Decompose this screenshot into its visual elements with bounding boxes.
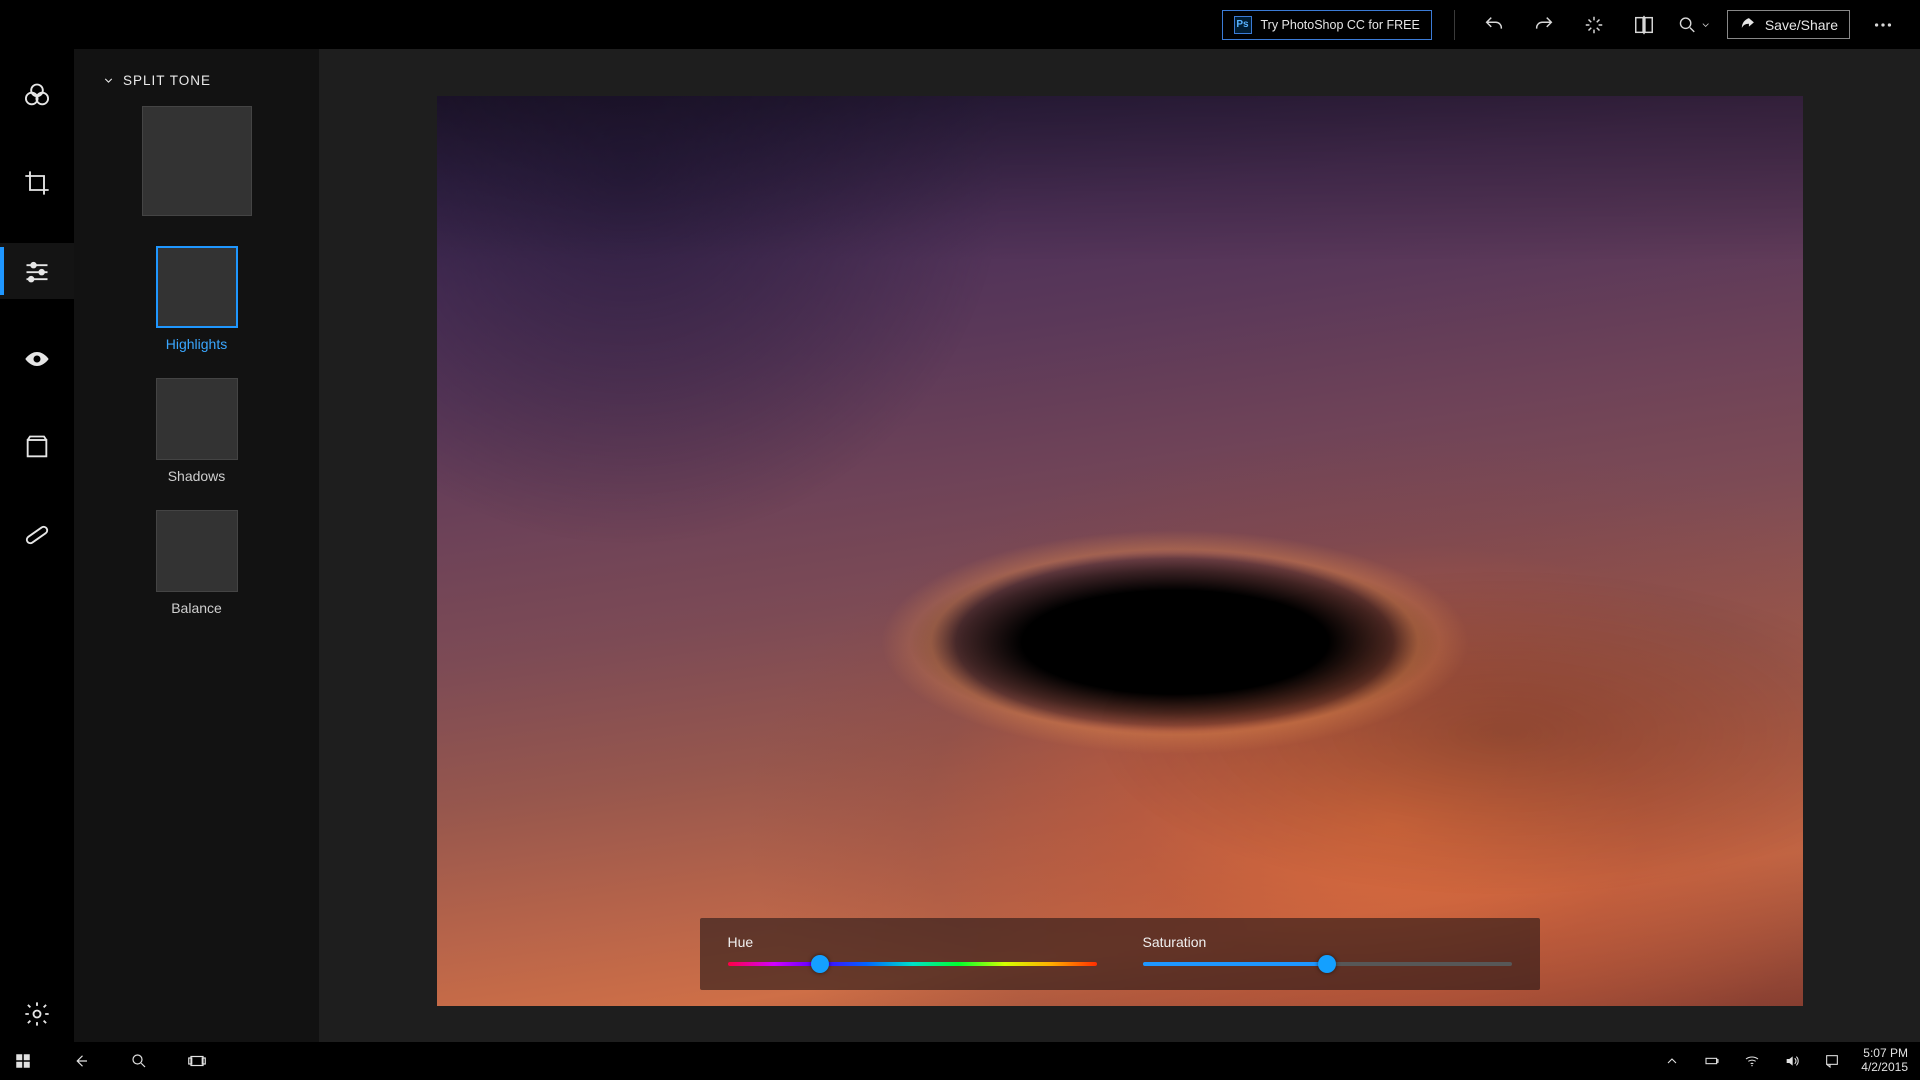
tool-strip [0, 49, 74, 1052]
undo-icon [1483, 14, 1505, 36]
wifi-status[interactable] [1741, 1050, 1763, 1072]
save-share-label: Save/Share [1765, 17, 1838, 33]
photoshop-promo[interactable]: Ps Try PhotoShop CC for FREE [1222, 10, 1432, 40]
hue-slider[interactable] [728, 962, 1097, 966]
taskview-button[interactable] [186, 1050, 208, 1072]
undo-button[interactable] [1477, 8, 1511, 42]
taskbar-clock[interactable]: 5:07 PM 4/2/2015 [1861, 1047, 1908, 1075]
hue-slider-group: Hue [728, 934, 1097, 966]
notification-icon [1824, 1053, 1840, 1069]
preset-highlights[interactable]: Highlights [156, 246, 238, 372]
chevron-down-icon [102, 74, 115, 87]
image-canvas[interactable]: Hue Saturation [437, 96, 1803, 1006]
compare-icon [1633, 14, 1655, 36]
battery-status[interactable] [1701, 1050, 1723, 1072]
looks-icon [23, 81, 51, 109]
topbar-divider [1454, 10, 1455, 40]
preset-label: Balance [171, 600, 222, 616]
start-button[interactable] [12, 1050, 34, 1072]
saturation-handle[interactable] [1318, 955, 1336, 973]
autofix-button[interactable] [1577, 8, 1611, 42]
sliders-icon [23, 257, 51, 285]
system-tray: 5:07 PM 4/2/2015 [1661, 1047, 1908, 1075]
saturation-slider[interactable] [1143, 962, 1512, 966]
panel-heading[interactable]: SPLIT TONE [74, 73, 319, 100]
wifi-icon [1744, 1053, 1760, 1069]
more-icon [1872, 14, 1894, 36]
panel-heading-label: SPLIT TONE [123, 73, 211, 88]
tool-crop[interactable] [0, 155, 74, 211]
tool-redeye[interactable] [0, 331, 74, 387]
chevron-up-icon [1664, 1053, 1680, 1069]
redo-button[interactable] [1527, 8, 1561, 42]
frame-icon [23, 433, 51, 461]
battery-icon [1704, 1053, 1720, 1069]
preset-thumb [142, 106, 252, 216]
preset-label: Highlights [166, 336, 227, 352]
hue-label: Hue [728, 934, 1097, 950]
photoshop-promo-label: Try PhotoShop CC for FREE [1261, 18, 1420, 32]
split-tone-panel: SPLIT TONE Highlights Shadows Balance [74, 49, 319, 1052]
slider-overlay: Hue Saturation [700, 918, 1540, 990]
preset-thumb [156, 246, 238, 328]
compare-button[interactable] [1627, 8, 1661, 42]
gear-icon [23, 1000, 51, 1028]
preset-thumb [156, 510, 238, 592]
search-icon [130, 1052, 148, 1070]
back-button[interactable] [70, 1050, 92, 1072]
volume-icon [1784, 1053, 1800, 1069]
zoom-icon [1677, 14, 1698, 36]
preset-balance[interactable]: Balance [156, 510, 238, 636]
saturation-slider-group: Saturation [1143, 934, 1512, 966]
volume-status[interactable] [1781, 1050, 1803, 1072]
tool-settings[interactable] [0, 986, 74, 1042]
chevron-down-icon [1700, 19, 1711, 31]
hue-handle[interactable] [811, 955, 829, 973]
app-topbar: Ps Try PhotoShop CC for FREE Save/Share [0, 0, 1920, 49]
ps-badge: Ps [1234, 16, 1252, 34]
eye-icon [23, 345, 51, 373]
preset-label: Shadows [168, 468, 226, 484]
tool-heal[interactable] [0, 507, 74, 563]
saturation-label: Saturation [1143, 934, 1512, 950]
save-share-button[interactable]: Save/Share [1727, 10, 1850, 39]
redo-icon [1533, 14, 1555, 36]
tray-overflow[interactable] [1661, 1050, 1683, 1072]
search-button[interactable] [128, 1050, 150, 1072]
share-icon [1739, 16, 1756, 33]
zoom-button[interactable] [1677, 8, 1711, 42]
windows-taskbar: 5:07 PM 4/2/2015 [0, 1042, 1920, 1080]
back-icon [72, 1052, 90, 1070]
bandage-icon [23, 521, 51, 549]
clock-date: 4/2/2015 [1861, 1061, 1908, 1075]
windows-icon [14, 1052, 32, 1070]
crop-icon [23, 169, 51, 197]
tool-frames[interactable] [0, 419, 74, 475]
sparkle-icon [1583, 14, 1605, 36]
preset-thumb [156, 378, 238, 460]
more-button[interactable] [1866, 8, 1900, 42]
clock-time: 5:07 PM [1863, 1047, 1908, 1061]
preset-original[interactable] [142, 106, 252, 236]
workspace: Hue Saturation [319, 49, 1920, 1052]
preset-shadows[interactable]: Shadows [156, 378, 238, 504]
taskview-icon [188, 1052, 206, 1070]
tool-looks[interactable] [0, 67, 74, 123]
notification-center[interactable] [1821, 1050, 1843, 1072]
tool-adjust[interactable] [0, 243, 74, 299]
